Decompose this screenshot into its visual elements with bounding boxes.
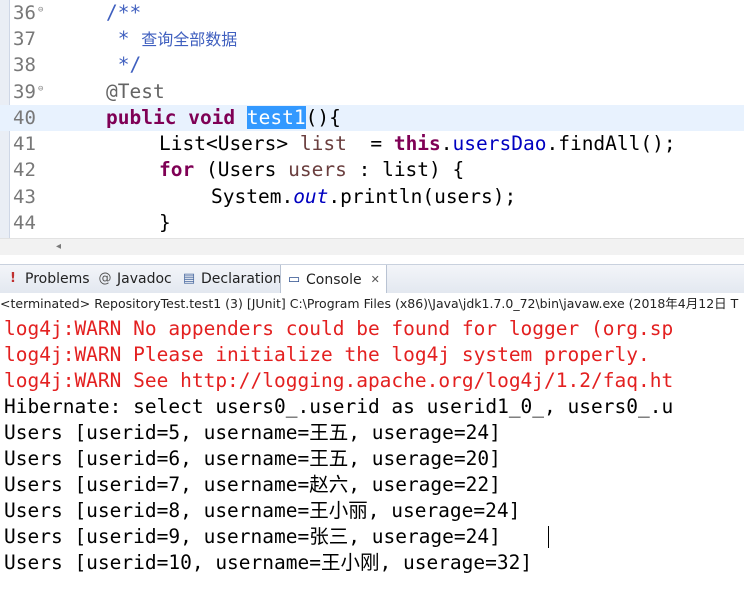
- code-line[interactable]: 37 * 查询全部数据: [0, 26, 744, 52]
- console-output[interactable]: log4j:WARN No appenders could be found f…: [0, 316, 744, 598]
- line-number: 40: [13, 107, 36, 129]
- javadoc-icon: @: [98, 271, 112, 286]
- tab-problems[interactable]: ! Problems: [0, 265, 96, 293]
- code-text: public void test1(){: [106, 105, 341, 131]
- code-line[interactable]: 43 System.out.println(users);: [0, 184, 744, 210]
- code-punct: : list) {: [346, 158, 465, 181]
- code-editor[interactable]: 36 ⊖ /** 37 * 查询全部数据 38 */ 39 ⊖ @Test 40…: [0, 0, 744, 238]
- tab-label: Declaration: [201, 271, 282, 287]
- comment-text: 查询全部数据: [141, 30, 238, 49]
- code-text: for (Users users : list) {: [159, 157, 464, 183]
- line-number: 37: [13, 28, 36, 50]
- console-line: log4j:WARN See http://logging.apache.org…: [4, 369, 674, 392]
- code-punct: .: [440, 132, 453, 155]
- code-text: /**: [106, 1, 142, 24]
- console-launch-description: <terminated> RepositoryTest.test1 (3) [J…: [0, 293, 744, 314]
- method-call: .println(users);: [328, 185, 517, 208]
- console-line: Users [userid=7, username=赵六, userage=22…: [4, 473, 501, 496]
- code-text: }: [159, 211, 171, 234]
- tab-label: Problems: [25, 271, 90, 287]
- code-line[interactable]: 42 for (Users users : list) {: [0, 157, 744, 183]
- line-number: 43: [13, 186, 36, 208]
- editor-horizontal-scrollbar[interactable]: ◂: [0, 238, 744, 255]
- console-line: Hibernate: select users0_.userid as user…: [4, 395, 674, 418]
- method-call: .findAll();: [546, 132, 676, 155]
- tab-label: Console: [306, 271, 362, 288]
- keyword: void: [188, 106, 236, 129]
- field-name: usersDao: [452, 132, 547, 155]
- code-punct: =: [346, 132, 394, 155]
- code-punct: (){: [305, 106, 341, 129]
- code-line[interactable]: 41 List<Users> list = this.usersDao.find…: [0, 131, 744, 157]
- line-number: 42: [13, 159, 36, 181]
- console-icon: ▭: [287, 271, 301, 287]
- console-line: Users [userid=5, username=王五, userage=24…: [4, 421, 501, 444]
- console-line: Users [userid=9, username=张三, userage=24…: [4, 525, 501, 548]
- static-field: out: [293, 185, 329, 208]
- console-line: log4j:WARN No appenders could be found f…: [4, 317, 674, 340]
- annotation: @Test: [106, 80, 165, 103]
- line-number: 44: [13, 212, 36, 234]
- comment-prefix: *: [106, 27, 142, 50]
- tab-declaration[interactable]: ▤ Declaration: [176, 265, 288, 293]
- selected-method-name[interactable]: test1: [246, 106, 306, 129]
- scroll-left-icon[interactable]: ◂: [56, 241, 61, 252]
- views-tab-bar: ! Problems @ Javadoc ▤ Declaration ▭ Con…: [0, 264, 744, 294]
- class-name: System.: [211, 185, 294, 208]
- keyword: this: [393, 132, 441, 155]
- tab-console[interactable]: ▭ Console ✕: [280, 265, 387, 294]
- code-line[interactable]: 39 ⊖ @Test: [0, 79, 744, 105]
- tab-javadoc[interactable]: @ Javadoc: [92, 265, 178, 293]
- keyword: for: [159, 158, 195, 181]
- console-line: log4j:WARN Please initialize the log4j s…: [4, 343, 650, 366]
- console-line: Users [userid=8, username=王小丽, userage=2…: [4, 499, 521, 522]
- line-number: 41: [13, 133, 36, 155]
- text-caret: [548, 526, 549, 548]
- problems-icon: !: [10, 271, 16, 286]
- code-text: List<Users> list = this.usersDao.findAll…: [159, 131, 676, 157]
- close-icon[interactable]: ✕: [371, 266, 380, 294]
- code-line[interactable]: 36 ⊖ /**: [0, 0, 744, 26]
- code-punct: (Users: [194, 158, 289, 181]
- line-number: 38: [13, 54, 36, 76]
- code-text: * 查询全部数据: [106, 26, 238, 53]
- variable: users: [288, 158, 347, 181]
- code-line[interactable]: 38 */: [0, 52, 744, 78]
- code-text: System.out.println(users);: [211, 184, 516, 210]
- fold-toggle-icon[interactable]: ⊖: [38, 5, 48, 15]
- variable: list: [299, 132, 347, 155]
- console-line: Users [userid=10, username=王小刚, userage=…: [4, 551, 533, 574]
- fold-toggle-icon[interactable]: ⊖: [38, 84, 48, 94]
- console-line: Users [userid=6, username=王五, userage=20…: [4, 447, 501, 470]
- declaration-icon: ▤: [182, 271, 196, 286]
- type-name: List<Users>: [159, 132, 289, 155]
- code-text: */: [106, 53, 142, 76]
- code-line-current[interactable]: 40 public void test1(){: [0, 105, 744, 131]
- tab-label: Javadoc: [117, 271, 172, 287]
- keyword: public: [106, 106, 177, 129]
- code-line[interactable]: 44 }: [0, 210, 744, 236]
